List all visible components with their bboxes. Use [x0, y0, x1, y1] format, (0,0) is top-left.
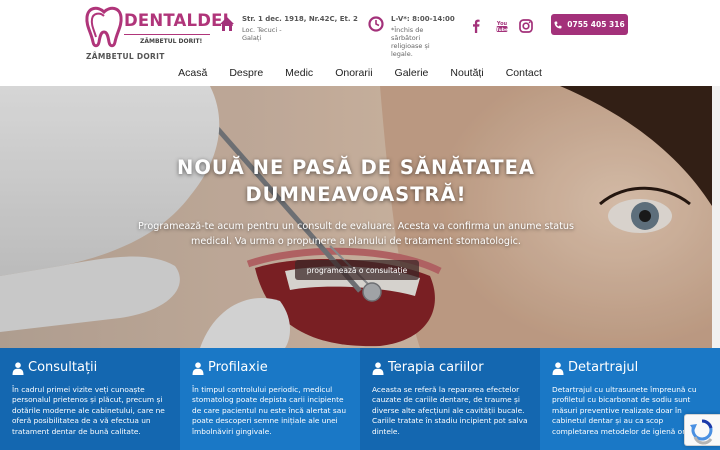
hero-title-line1: NOUĂ NE PASĂ DE SĂNĂTATEA [177, 156, 535, 179]
services-row: Consultații În cadrul primei vizite veți… [0, 348, 720, 450]
hours-line3: sărbători [391, 34, 421, 42]
user-md-icon [552, 361, 564, 375]
address-block: Str. 1 dec. 1918, Nr.42C, Et. 2 Loc. Tec… [242, 15, 362, 42]
service-title: Terapia cariilor [388, 360, 484, 375]
service-card-profilaxie[interactable]: Profilaxie În timpul controlului periodi… [180, 348, 360, 450]
recaptcha-icon [690, 419, 713, 445]
service-description: În timpul controlului periodic, medicul … [192, 385, 346, 436]
nav-item-onorarii[interactable]: Onorarii [324, 62, 383, 86]
hero-title: NOUĂ NE PASĂ DE SĂNĂTATEA DUMNEAVOASTRĂ! [0, 154, 712, 208]
address-line2: Loc. Tecuci - [242, 26, 282, 34]
service-title: Consultații [28, 360, 98, 375]
hours-line2: *Închis de [391, 26, 424, 34]
recaptcha-badge[interactable] [684, 414, 720, 446]
hero-title-line2: DUMNEAVOASTRĂ! [245, 183, 467, 206]
hours-line1: L-V*: 8:00-14:00 [391, 15, 455, 23]
svg-text:Tube: Tube [496, 27, 508, 33]
logo-tagline: ZÂMBETUL DORIT! [140, 38, 203, 45]
logo-name: DENTALDEL [124, 11, 234, 30]
call-button-label: 0755 405 316 [567, 20, 625, 29]
service-title: Profilaxie [208, 360, 268, 375]
site-header: DENTALDEL ZÂMBETUL DORIT! ZÂMBETUL DORIT… [0, 0, 720, 62]
facebook-icon[interactable] [468, 18, 484, 34]
logo-slogan: ZÂMBETUL DORIT [86, 52, 165, 61]
service-card-terapia-cariilor[interactable]: Terapia cariilor Aceasta se referă la re… [360, 348, 540, 450]
phone-icon [554, 21, 562, 28]
hours-line5: legale. [391, 50, 413, 58]
nav-item-noutati[interactable]: Noutăți [439, 62, 494, 86]
user-md-icon [372, 361, 384, 375]
book-consultation-button[interactable]: programează o consultație [295, 260, 419, 280]
main-nav: Acasă Despre Medic Onorarii Galerie Nout… [0, 62, 720, 86]
call-button[interactable]: 0755 405 316 [551, 14, 628, 35]
hero-background-image [0, 86, 712, 348]
tooth-logo-icon [85, 6, 123, 48]
user-md-icon [12, 361, 24, 375]
hours-line4: religioase și [391, 42, 430, 50]
logo-divider [124, 34, 210, 35]
address-line3: Galați [242, 34, 262, 42]
home-icon [220, 17, 234, 31]
service-description: Aceasta se referă la repararea efectelor… [372, 385, 528, 436]
service-title: Detartrajul [568, 360, 639, 375]
instagram-icon[interactable] [518, 18, 534, 34]
hero-subtitle: Programează-te acum pentru un consult de… [138, 221, 574, 247]
youtube-icon[interactable]: You Tube [494, 18, 510, 34]
hours-block: L-V*: 8:00-14:00 *Închis de sărbători re… [391, 15, 461, 58]
nav-item-despre[interactable]: Despre [218, 62, 274, 86]
service-card-consultatii[interactable]: Consultații În cadrul primei vizite veți… [0, 348, 180, 450]
nav-item-galerie[interactable]: Galerie [384, 62, 440, 86]
nav-item-acasa[interactable]: Acasă [167, 62, 218, 86]
service-description: În cadrul primei vizite veți cunoaște pe… [12, 385, 165, 436]
clock-icon [368, 16, 384, 32]
user-md-icon [192, 361, 204, 375]
address-line1: Str. 1 dec. 1918, Nr.42C, Et. 2 [242, 15, 358, 23]
nav-item-medic[interactable]: Medic [274, 62, 324, 86]
hero-banner: NOUĂ NE PASĂ DE SĂNĂTATEA DUMNEAVOASTRĂ!… [0, 86, 712, 348]
logo[interactable]: DENTALDEL ZÂMBETUL DORIT! ZÂMBETUL DORIT [84, 6, 233, 61]
nav-item-contact[interactable]: Contact [495, 62, 553, 86]
